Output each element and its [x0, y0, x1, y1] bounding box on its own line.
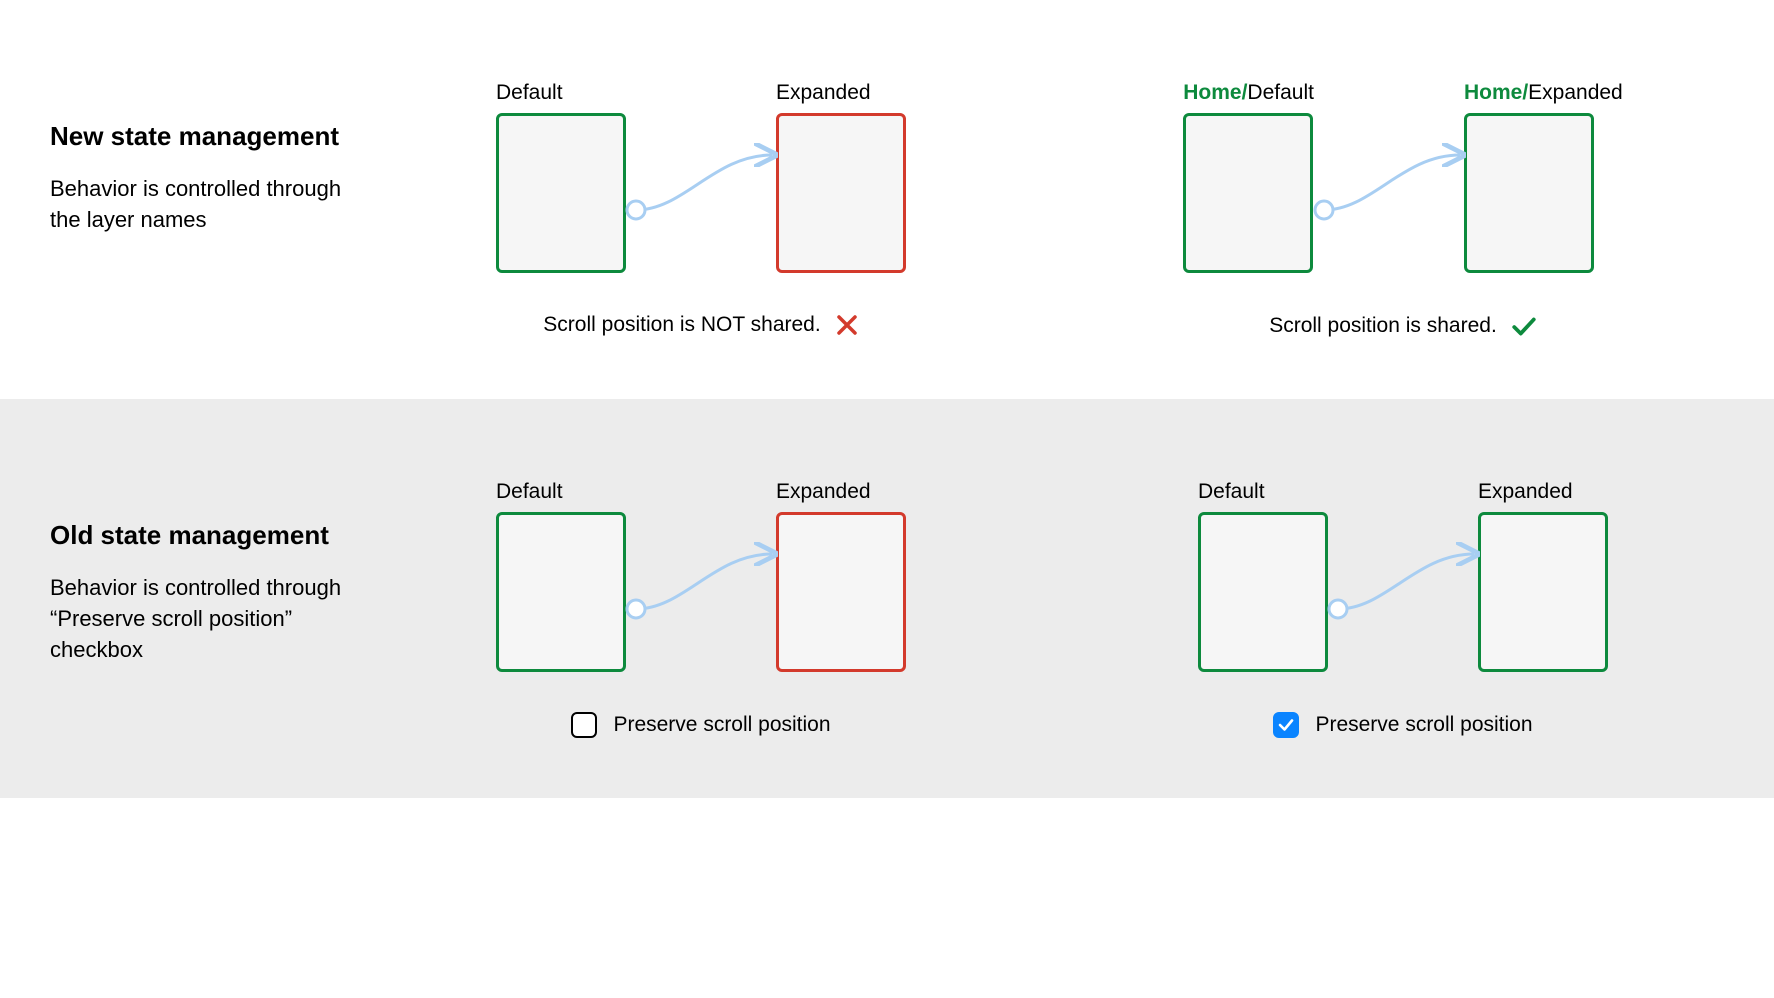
caption-shared-row: Scroll position is shared.: [1082, 313, 1724, 339]
frames-row: Default Expanded: [380, 80, 1022, 273]
example-shared: Home/Default Home/Expa: [1082, 80, 1724, 339]
caption-not-shared-row: Scroll position is NOT shared.: [380, 313, 1022, 337]
frame-expanded: [1478, 512, 1608, 672]
frame-expanded: [776, 113, 906, 273]
frame-default: [496, 113, 626, 273]
frame-default-group: Default: [1198, 479, 1328, 672]
connector-arrow: [1324, 80, 1454, 270]
frame-label-expanded: Expanded: [1478, 479, 1608, 504]
frame-default: [1198, 512, 1328, 672]
label-default: Default: [1247, 81, 1314, 104]
prefix-home: Home/: [1464, 81, 1528, 104]
label-expanded: Expanded: [1528, 81, 1623, 104]
frame-default-group: Default: [496, 80, 626, 273]
new-state-sidebar: New state management Behavior is control…: [50, 80, 350, 339]
new-state-desc: Behavior is controlled through the layer…: [50, 174, 350, 236]
preserve-checkbox-label: Preserve scroll position: [1315, 713, 1532, 737]
frames-row: Default Expanded: [1082, 479, 1724, 672]
frame-expanded-group: Expanded: [1478, 479, 1608, 672]
example-not-shared: Default Expanded: [380, 80, 1022, 339]
frame-label-home-expanded: Home/Expanded: [1464, 80, 1623, 105]
old-state-content: Default Expanded: [380, 479, 1724, 738]
frames-row: Default Expanded: [380, 479, 1022, 672]
frames-row: Home/Default Home/Expa: [1082, 80, 1724, 273]
preserve-checkbox-label: Preserve scroll position: [613, 713, 830, 737]
frame-expanded: [776, 512, 906, 672]
connector-arrow: [1338, 479, 1468, 669]
old-state-desc: Behavior is controlled through “Preserve…: [50, 573, 350, 665]
frame-label-default: Default: [1198, 479, 1328, 504]
example-unchecked: Default Expanded: [380, 479, 1022, 738]
frame-default: [1183, 113, 1313, 273]
frame-label-expanded: Expanded: [776, 479, 906, 504]
example-checked: Default Expanded: [1082, 479, 1724, 738]
connector-arrow: [636, 479, 766, 669]
connector-arrow: [636, 80, 766, 270]
frame-label-default: Default: [496, 80, 626, 105]
frame-default-group: Home/Default: [1183, 80, 1314, 273]
caption-shared: Scroll position is shared.: [1269, 314, 1497, 338]
check-icon: [1511, 313, 1537, 339]
old-state-sidebar: Old state management Behavior is control…: [50, 479, 350, 738]
frame-default-group: Default: [496, 479, 626, 672]
frame-label-home-default: Home/Default: [1183, 80, 1314, 105]
frame-expanded-group: Expanded: [776, 80, 906, 273]
preserve-checkbox-row-unchecked: Preserve scroll position: [380, 712, 1022, 738]
prefix-home: Home/: [1183, 81, 1247, 104]
preserve-checkbox-unchecked[interactable]: [571, 712, 597, 738]
checkmark-icon: [1277, 716, 1295, 734]
new-state-section: New state management Behavior is control…: [0, 0, 1774, 399]
frame-expanded: [1464, 113, 1594, 273]
x-icon: [835, 313, 859, 337]
frame-label-default: Default: [496, 479, 626, 504]
old-state-title: Old state management: [50, 519, 350, 553]
frame-label-expanded: Expanded: [776, 80, 906, 105]
frame-default: [496, 512, 626, 672]
old-state-section: Old state management Behavior is control…: [0, 399, 1774, 798]
frame-expanded-group: Expanded: [776, 479, 906, 672]
preserve-checkbox-checked[interactable]: [1273, 712, 1299, 738]
preserve-checkbox-row-checked: Preserve scroll position: [1082, 712, 1724, 738]
caption-not-shared: Scroll position is NOT shared.: [543, 313, 820, 337]
frame-expanded-group: Home/Expanded: [1464, 80, 1623, 273]
new-state-content: Default Expanded: [380, 80, 1724, 339]
new-state-title: New state management: [50, 120, 350, 154]
